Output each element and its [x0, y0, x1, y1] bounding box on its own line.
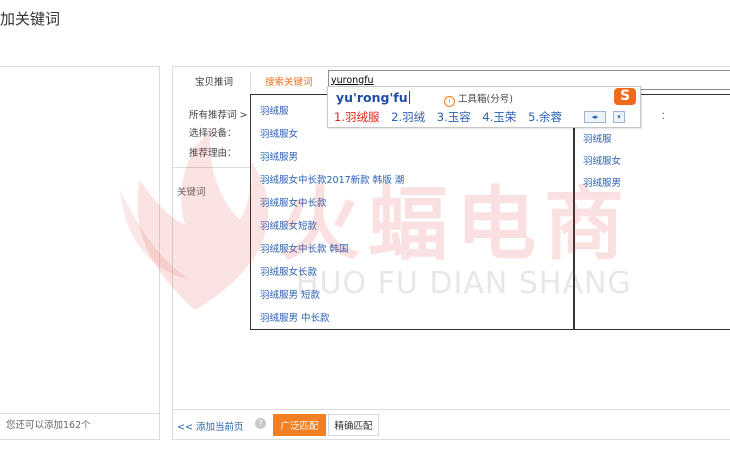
- suggestion-item[interactable]: 羽绒服女短款: [260, 218, 317, 232]
- side-suggestion-item[interactable]: 羽绒服男: [583, 175, 621, 189]
- broad-match-button[interactable]: 广泛匹配: [273, 414, 326, 436]
- side-suggestion-item[interactable]: 羽绒服女: [583, 153, 621, 167]
- tab-search-keywords[interactable]: 搜索关键词: [265, 74, 313, 88]
- ime-candidate-window: yu'rong'fu i 工具箱(分号) S 1.羽绒服 2.羽绒 3.玉容 4.…: [327, 86, 641, 128]
- suggestion-item[interactable]: 羽绒服: [260, 103, 289, 117]
- suggestion-item[interactable]: 羽绒服男 中长款: [260, 310, 330, 324]
- ime-candidate[interactable]: 5.余蓉: [528, 110, 562, 124]
- suggestion-item[interactable]: 羽绒服男 短款: [260, 287, 320, 301]
- side-suggestion-item[interactable]: 羽绒服: [583, 131, 612, 145]
- text-caret: [408, 91, 410, 104]
- tab-baby-recommend[interactable]: 宝贝推词: [195, 74, 233, 88]
- ime-expand-icon[interactable]: ▾: [613, 111, 625, 123]
- suggestion-item[interactable]: 羽绒服男: [260, 149, 298, 163]
- add-current-page-link[interactable]: << 添加当前页: [177, 419, 243, 433]
- side-column-colon: ：: [661, 111, 671, 122]
- ime-page-arrows-icon[interactable]: ◂▸: [584, 111, 606, 123]
- suggestion-item[interactable]: 羽绒服女: [260, 126, 298, 140]
- keyword-column-label: 关键词: [177, 187, 206, 198]
- exact-match-button[interactable]: 精确匹配: [328, 414, 379, 436]
- suggestion-side-column: ： 羽绒服 羽绒服女 羽绒服男: [574, 94, 730, 330]
- filter-all-recommend[interactable]: 所有推荐词 >: [189, 107, 247, 121]
- filter-device-label: 选择设备：: [189, 128, 237, 139]
- suggestion-dropdown: 羽绒服 羽绒服女 羽绒服男 羽绒服女中长款2017新款 韩版 潮 羽绒服女中长款…: [250, 94, 574, 330]
- page-title: 加关键词: [0, 10, 61, 28]
- sogou-logo-icon: S: [614, 88, 636, 105]
- filter-area: 所有推荐词 > 选择设备： 推荐理由：: [173, 93, 250, 167]
- filter-reason-label: 推荐理由：: [189, 148, 237, 159]
- ime-candidate-list: 1.羽绒服 2.羽绒 3.玉容 4.玉荣 5.余蓉: [334, 109, 570, 125]
- toolbox-icon: i: [444, 96, 455, 107]
- keyword-recommend-panel: 宝贝推词 搜索关键词 所有推荐词 > 选择设备： 推荐理由： 关键词 羽绒服 羽…: [172, 66, 730, 440]
- tab-divider: [250, 71, 251, 91]
- ime-candidate[interactable]: 1.羽绒服: [334, 110, 379, 124]
- help-icon[interactable]: ?: [255, 418, 266, 429]
- suggestion-item[interactable]: 羽绒服女中长款 韩国: [260, 241, 349, 255]
- suggestion-item[interactable]: 羽绒服女中长款: [260, 195, 327, 209]
- suggestion-item[interactable]: 羽绒服女中长款2017新款 韩版 潮: [260, 172, 404, 186]
- ime-candidate[interactable]: 3.玉容: [437, 110, 471, 124]
- ime-candidate[interactable]: 2.羽绒: [391, 110, 425, 124]
- ime-toolbox[interactable]: i 工具箱(分号): [444, 91, 513, 107]
- keyword-column-header-area: 关键词: [173, 167, 250, 417]
- ime-candidate[interactable]: 4.玉荣: [482, 110, 516, 124]
- ime-composition: yu'rong'fu: [336, 90, 410, 105]
- bottom-action-bar: << 添加当前页 ? 广泛匹配 精确匹配: [173, 409, 730, 439]
- remaining-count-text: 您还可以添加162个: [0, 413, 159, 439]
- selected-keywords-panel: 您还可以添加162个: [0, 66, 160, 440]
- suggestion-item[interactable]: 羽绒服女长款: [260, 264, 317, 278]
